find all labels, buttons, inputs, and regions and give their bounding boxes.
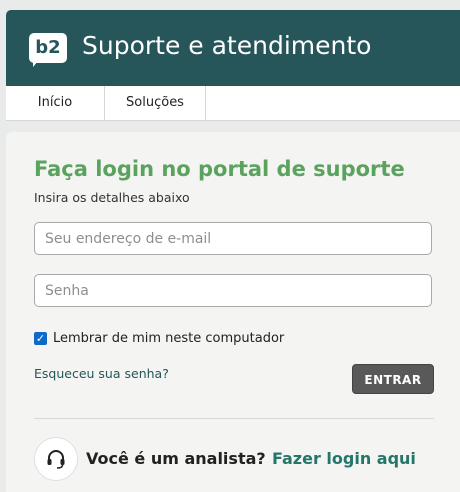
remember-label: Lembrar de mim neste computador [53, 330, 285, 346]
enter-button[interactable]: ENTRAR [352, 364, 434, 394]
forgot-password-link[interactable]: Esqueceu sua senha? [34, 366, 169, 381]
nav-item-inicio[interactable]: Início [6, 86, 105, 120]
nav-item-solucoes[interactable]: Soluções [105, 86, 206, 120]
login-subtitle: Insira os detalhes abaixo [34, 190, 190, 205]
brand-logo[interactable]: b2 [29, 33, 67, 63]
brand-title: Suporte e atendimento [82, 31, 372, 60]
email-field[interactable] [34, 222, 432, 255]
login-panel [6, 132, 460, 492]
headset-icon [34, 437, 78, 481]
top-nav: Início Soluções [6, 86, 460, 121]
analyst-login-link[interactable]: Fazer login aqui [272, 449, 416, 468]
brand-logo-tail [33, 61, 43, 67]
header-banner: b2 Suporte e atendimento [6, 10, 460, 86]
login-title: Faça login no portal de suporte [34, 157, 405, 181]
analyst-question: Você é um analista? [86, 449, 266, 468]
remember-me[interactable]: ✓ Lembrar de mim neste computador [34, 330, 284, 346]
password-field[interactable] [34, 274, 432, 307]
remember-checkbox[interactable]: ✓ [34, 331, 47, 345]
divider [34, 418, 434, 419]
